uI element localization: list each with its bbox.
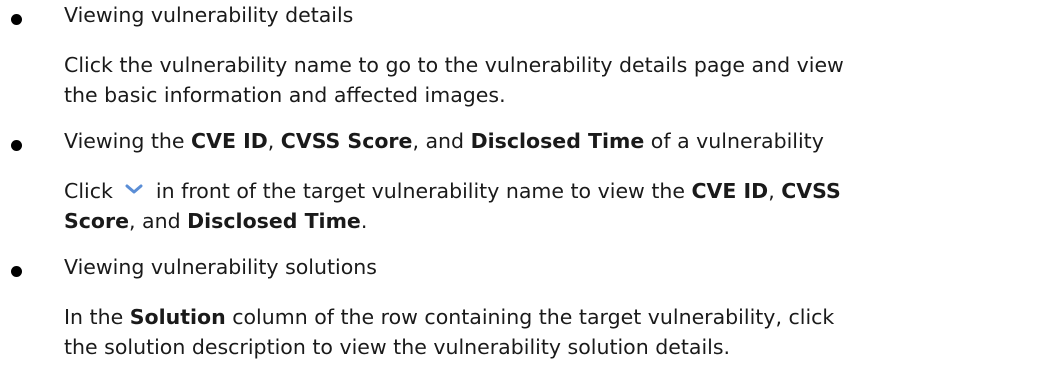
term-solution: Solution <box>129 305 226 329</box>
item-description: Click in front of the target vulnerabili… <box>64 176 1039 236</box>
chevron-down-icon <box>125 184 143 194</box>
bullet-icon <box>11 140 22 151</box>
description-line: the basic information and affected image… <box>64 83 506 107</box>
description-line: In the Solution column of the row contai… <box>64 305 835 329</box>
item-description: In the Solution column of the row contai… <box>64 302 1039 362</box>
description-line: Click the vulnerability name to go to th… <box>64 53 844 77</box>
description-line: Score, and Disclosed Time. <box>64 209 368 233</box>
description-line: Click in front of the target vulnerabili… <box>64 179 841 203</box>
item-heading: Viewing vulnerability details <box>64 3 354 27</box>
bullet-icon <box>11 14 22 25</box>
item-heading: Viewing the CVE ID, CVSS Score, and Disc… <box>64 129 824 153</box>
term-disclosed-time: Disclosed Time <box>470 129 645 153</box>
item-heading: Viewing vulnerability solutions <box>64 255 377 279</box>
term-cve-id: CVE ID <box>191 129 268 153</box>
item-description: Click the vulnerability name to go to th… <box>64 50 1039 110</box>
document-body: Viewing vulnerability details Click the … <box>0 0 1047 371</box>
description-line: the solution description to view the vul… <box>64 335 731 359</box>
term-cvss-score: CVSS Score <box>280 129 413 153</box>
bullet-icon <box>11 266 22 277</box>
